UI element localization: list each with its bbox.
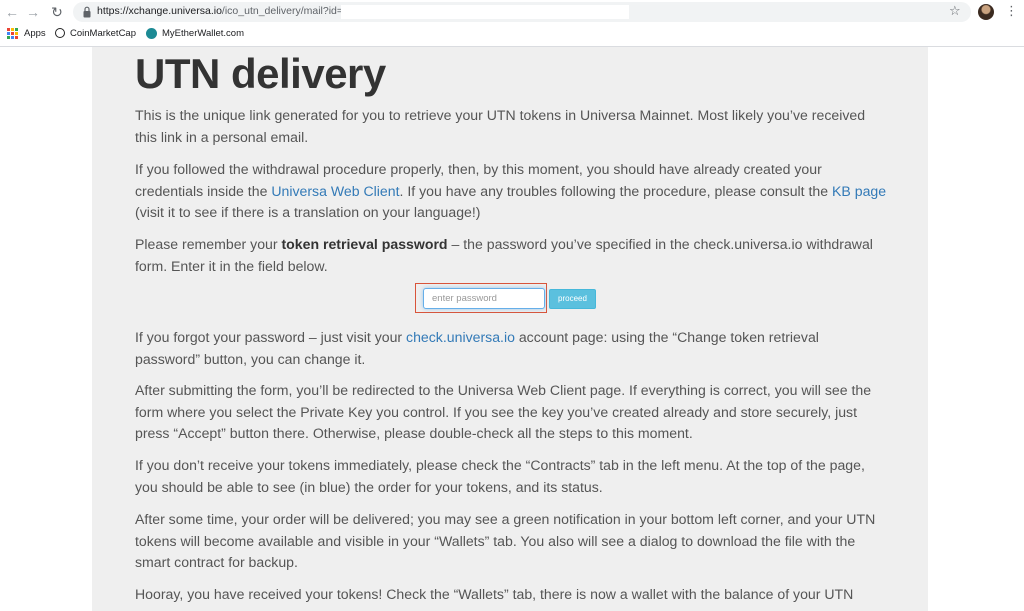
url-path: /ico_utn_delivery/mail?id= (221, 5, 344, 17)
universa-web-client-link[interactable]: Universa Web Client (271, 183, 399, 199)
myetherwallet-icon (146, 27, 157, 39)
procedure-paragraph: If you followed the withdrawal procedure… (135, 159, 887, 224)
url-host: https://xchange.universa.io (97, 5, 222, 17)
lock-icon (83, 6, 91, 18)
url-redaction (341, 5, 629, 19)
bookmark-coinmarketcap[interactable]: CoinMarketCap (55, 27, 136, 41)
password-reminder-paragraph: Please remember your token retrieval pas… (135, 234, 887, 277)
bookmark-myetherwallet[interactable]: MyEtherWallet.com (146, 27, 244, 41)
apps-grid-icon (7, 27, 18, 39)
text-segment: Please remember your (135, 236, 282, 252)
kb-page-link[interactable]: KB page (832, 183, 886, 199)
bookmark-label: CoinMarketCap (70, 28, 136, 39)
check-universa-link[interactable]: check.universa.io (406, 329, 515, 345)
text-segment: If you forgot your password – just visit… (135, 329, 407, 345)
url-text[interactable]: https://xchange.universa.io/ico_utn_deli… (97, 5, 343, 17)
page-title: UTN delivery (135, 50, 386, 97)
forgot-password-paragraph: If you forgot your password – just visit… (135, 327, 887, 370)
password-emphasis: token retrieval password (281, 236, 448, 252)
browser-chrome: ← → ↻ https://xchange.universa.io/ico_ut… (0, 0, 1024, 47)
bookmarks-bar: Apps CoinMarketCap MyEtherWallet.com (0, 26, 1024, 44)
text-segment: (visit it to see if there is a translati… (135, 204, 481, 220)
delivery-paragraph: After some time, your order will be deli… (135, 511, 876, 570)
text-segment: . If you have any troubles following the… (399, 182, 833, 199)
reload-icon[interactable]: ↻ (48, 3, 66, 21)
address-bar[interactable]: https://xchange.universa.io/ico_utn_deli… (73, 2, 971, 22)
hooray-paragraph: Hooray, you have received your tokens! C… (135, 586, 854, 602)
bookmark-label: Apps (24, 28, 46, 39)
coinmarketcap-icon (55, 28, 65, 39)
password-input[interactable] (423, 288, 545, 309)
bookmark-star-icon[interactable]: ☆ (949, 3, 961, 19)
contracts-paragraph: If you don’t receive your tokens immedia… (135, 457, 865, 495)
intro-paragraph: This is the unique link generated for yo… (135, 107, 866, 145)
bookmark-label: MyEtherWallet.com (162, 28, 244, 39)
redirect-paragraph: After submitting the form, you’ll be red… (135, 382, 872, 441)
forward-icon[interactable]: → (24, 3, 42, 21)
profile-avatar[interactable] (978, 4, 994, 20)
back-icon[interactable]: ← (3, 3, 21, 21)
bookmark-apps[interactable]: Apps (7, 27, 46, 41)
proceed-button[interactable]: proceed (549, 289, 596, 309)
kebab-menu-icon[interactable]: ⋮ (1005, 3, 1018, 19)
